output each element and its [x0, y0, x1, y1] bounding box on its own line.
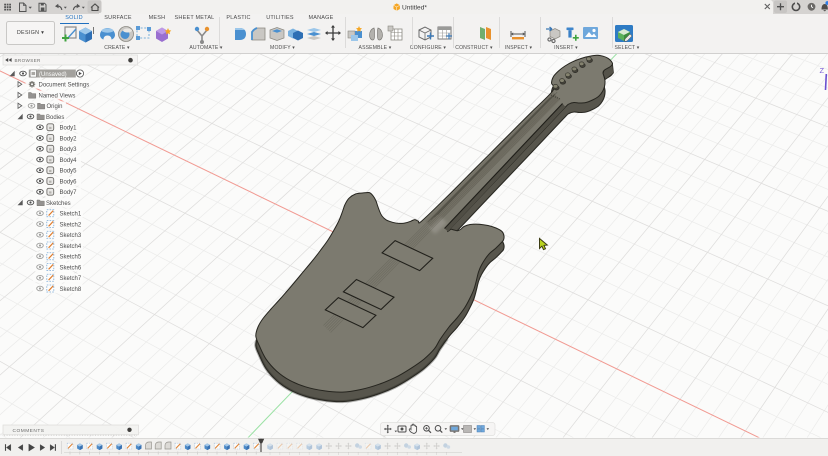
svg-text:Body4: Body4: [60, 158, 78, 164]
svg-text:COMMENTS: COMMENTS: [13, 428, 45, 434]
svg-text:Body2: Body2: [60, 136, 78, 142]
svg-text:Body7: Body7: [60, 190, 78, 196]
svg-text:Body1: Body1: [60, 126, 78, 132]
svg-text:(Unsaved): (Unsaved): [39, 72, 67, 78]
svg-text:Body6: Body6: [60, 179, 78, 185]
svg-text:Sketch1: Sketch1: [60, 212, 82, 218]
svg-text:Origin: Origin: [47, 104, 63, 110]
svg-text:Sketch8: Sketch8: [60, 287, 82, 293]
svg-text:Sketch3: Sketch3: [60, 233, 82, 239]
svg-text:Z: Z: [820, 66, 825, 75]
svg-text:BROWSER: BROWSER: [15, 58, 42, 63]
svg-text:Bodies: Bodies: [46, 115, 64, 121]
svg-text:Sketch6: Sketch6: [60, 265, 82, 271]
svg-text:Body5: Body5: [60, 169, 78, 175]
svg-text:Untitled*: Untitled*: [402, 4, 427, 11]
svg-text:Sketches: Sketches: [46, 201, 71, 207]
svg-text:Sketch2: Sketch2: [60, 222, 82, 228]
svg-text:Sketch5: Sketch5: [60, 255, 82, 261]
svg-text:Document Settings: Document Settings: [39, 83, 90, 89]
svg-text:Sketch7: Sketch7: [60, 276, 82, 282]
svg-text:Named Views: Named Views: [39, 93, 76, 99]
svg-text:Body3: Body3: [60, 147, 78, 153]
svg-text:Sketch4: Sketch4: [60, 244, 82, 250]
